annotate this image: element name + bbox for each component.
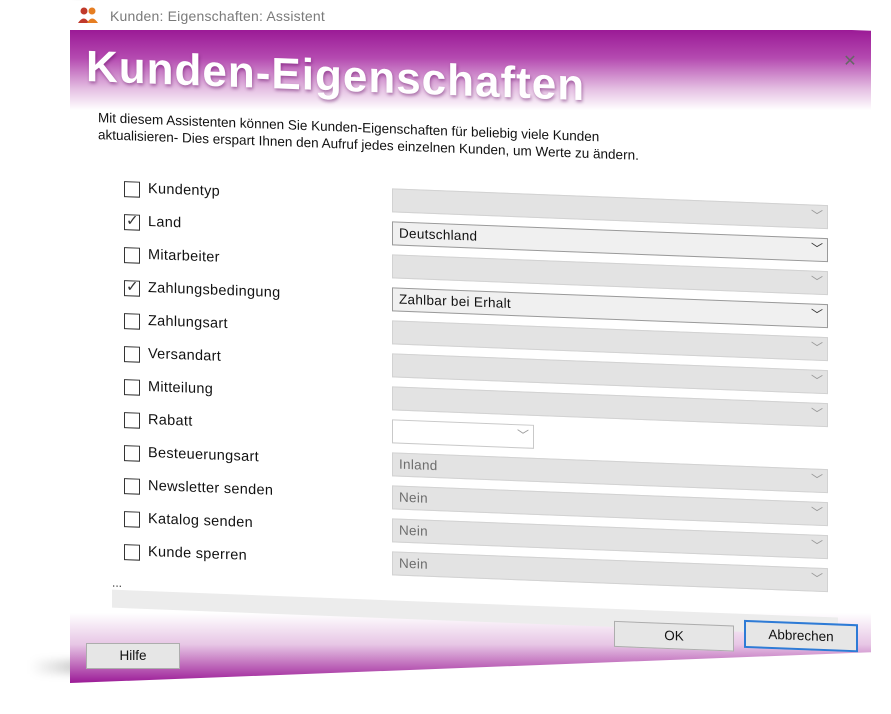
besteuerungsart-value: Inland [399,456,438,474]
mitteilung-label: Mitteilung [148,378,214,398]
chevron-down-icon: ﹀ [810,505,823,520]
kundentyp-label: Kundentyp [148,180,221,200]
intro-text: Mit diesem Assistenten können Sie Kunden… [98,109,828,171]
zahlungsbedingung-label: Zahlungsbedingung [148,279,281,302]
wizard-window: Kunden: Eigenschaften: Assistent Kunden-… [70,0,871,683]
chevron-down-icon: ﹀ [810,274,823,289]
chevron-down-icon: ﹀ [810,241,823,256]
chevron-down-icon: ﹀ [810,406,823,421]
besteuerungsart-checkbox[interactable] [124,445,140,462]
wizard-content: Mit diesem Assistenten können Sie Kunden… [70,0,871,683]
zahlungsart-checkbox[interactable] [124,313,140,330]
newsletter-label: Newsletter senden [148,477,274,499]
besteuerungsart-label: Besteuerungsart [148,444,259,466]
cancel-button[interactable]: Abbrechen [744,619,858,653]
chevron-down-icon: ﹀ [810,340,823,355]
versandart-label: Versandart [148,345,222,365]
katalog-label: Katalog senden [148,510,253,532]
chevron-down-icon: ﹀ [810,208,823,223]
status-text: ... [112,575,123,590]
newsletter-value: Nein [399,489,428,506]
katalog-checkbox[interactable] [124,511,140,528]
help-button[interactable]: Hilfe [86,643,180,669]
kundentyp-checkbox[interactable] [124,181,140,198]
sperren-checkbox[interactable] [124,544,140,561]
mitarbeiter-label: Mitarbeiter [148,246,220,266]
zahlungsbedingung-value: Zahlbar bei Erhalt [399,291,511,311]
checkmark-icon: ✓ [126,278,139,296]
mitarbeiter-checkbox[interactable] [124,247,140,264]
chevron-down-icon: ﹀ [810,373,823,388]
ok-button[interactable]: OK [614,620,734,652]
katalog-value: Nein [399,522,428,539]
rabatt-checkbox[interactable] [124,412,140,429]
sperren-combobox[interactable]: Nein ﹀ [392,551,828,593]
zahlungsart-label: Zahlungsart [148,312,228,333]
sperren-label: Kunde sperren [148,543,248,564]
zahlungsbedingung-checkbox[interactable]: ✓ [124,278,140,297]
chevron-down-icon: ﹀ [810,571,823,586]
chevron-down-icon: ﹀ [810,472,823,487]
chevron-down-icon: ﹀ [810,538,823,553]
land-checkbox[interactable]: ✓ [124,212,140,231]
chevron-down-icon: ﹀ [810,307,823,322]
land-label: Land [148,213,182,232]
versandart-checkbox[interactable] [124,346,140,363]
rabatt-combobox[interactable]: ﹀ [392,419,534,449]
checkmark-icon: ✓ [126,212,139,230]
land-value: Deutschland [399,225,478,244]
newsletter-checkbox[interactable] [124,478,140,495]
mitteilung-checkbox[interactable] [124,379,140,396]
sperren-value: Nein [399,555,428,572]
rabatt-label: Rabatt [148,411,193,430]
chevron-down-icon: ﹀ [516,428,529,443]
